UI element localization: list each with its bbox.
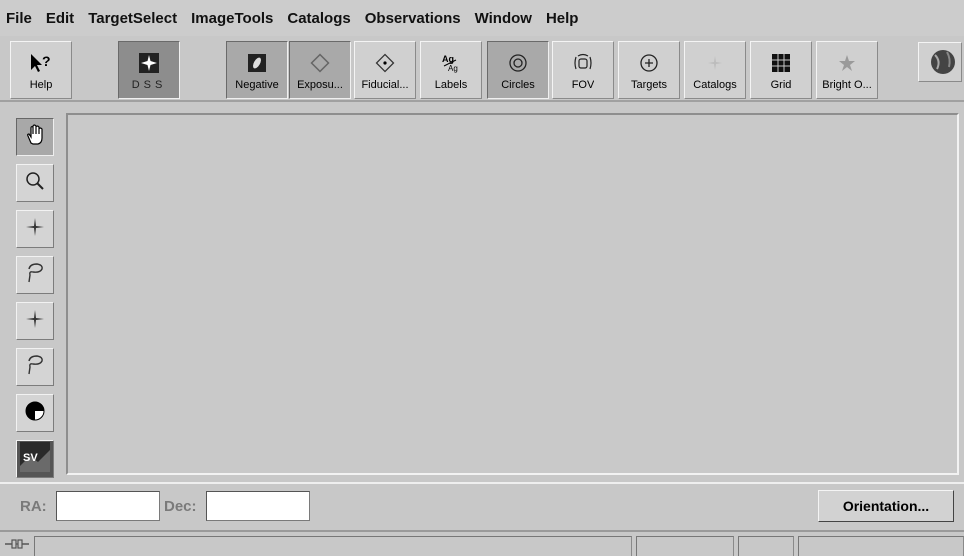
labels-button[interactable]: Ag Ag Labels xyxy=(420,41,482,99)
grid-label: Grid xyxy=(770,79,792,91)
hand-icon xyxy=(23,123,47,152)
sv-tool-button[interactable]: SV xyxy=(16,440,54,478)
dss-star-icon xyxy=(135,51,163,75)
tool-palette: SV xyxy=(8,110,62,482)
status-panel-4 xyxy=(798,536,964,556)
targets-icon xyxy=(635,51,663,75)
toolbar: ? Help DSS Negative Exposu... Fiducial..… xyxy=(0,36,964,102)
grid-icon xyxy=(767,51,795,75)
exposure-label: Exposu... xyxy=(297,79,343,91)
globe-button[interactable] xyxy=(918,42,962,82)
svg-text:Ag: Ag xyxy=(448,64,458,73)
menu-bar: File Edit TargetSelect ImageTools Catalo… xyxy=(0,0,964,36)
menu-imagetools[interactable]: ImageTools xyxy=(191,10,273,27)
svg-text:SV: SV xyxy=(23,452,38,464)
dss-button[interactable]: DSS xyxy=(118,41,180,99)
crosshair-icon xyxy=(23,307,47,336)
pan-tool-button[interactable] xyxy=(16,118,54,156)
targets-label: Targets xyxy=(630,79,668,91)
catalogs-button[interactable]: Catalogs xyxy=(684,41,746,99)
exposure-button[interactable]: Exposu... xyxy=(289,41,351,99)
crosshair-tool-button-2[interactable] xyxy=(16,302,54,340)
menu-catalogs[interactable]: Catalogs xyxy=(287,10,350,27)
coordinate-bar: RA: Dec: Orientation... xyxy=(0,482,964,528)
circles-icon xyxy=(504,51,532,75)
grid-button[interactable]: Grid xyxy=(750,41,812,99)
status-panel-2 xyxy=(636,536,734,556)
lasso-icon xyxy=(23,261,47,290)
bright-objects-label: Bright O... xyxy=(822,79,872,91)
menu-edit[interactable]: Edit xyxy=(46,10,74,27)
crosshair-tool-button[interactable] xyxy=(16,210,54,248)
ra-label: RA: xyxy=(20,498,47,515)
bright-objects-button[interactable]: Bright O... xyxy=(816,41,878,99)
fiducial-button[interactable]: Fiducial... xyxy=(354,41,416,99)
targets-button[interactable]: Targets xyxy=(618,41,680,99)
help-label: Help xyxy=(29,79,53,91)
contrast-tool-button[interactable] xyxy=(16,394,54,432)
menu-help[interactable]: Help xyxy=(546,10,579,27)
globe-icon xyxy=(927,47,961,84)
orientation-label: Orientation... xyxy=(842,498,930,514)
negative-label: Negative xyxy=(235,79,279,91)
dss-label: DSS xyxy=(131,79,167,91)
help-pointer-icon: ? xyxy=(27,51,55,75)
circles-button[interactable]: Circles xyxy=(487,41,549,99)
circles-label: Circles xyxy=(501,79,535,91)
fiducial-label: Fiducial... xyxy=(361,79,409,91)
sv-logo-icon: SV xyxy=(20,441,50,477)
help-button[interactable]: ? Help xyxy=(10,41,72,99)
menu-observations[interactable]: Observations xyxy=(365,10,461,27)
bright-star-icon xyxy=(833,51,861,75)
zoom-tool-button[interactable] xyxy=(16,164,54,202)
catalogs-icon xyxy=(701,51,729,75)
labels-label: Labels xyxy=(434,79,468,91)
fov-button[interactable]: FOV xyxy=(552,41,614,99)
crosshair-icon xyxy=(23,215,47,244)
negative-button[interactable]: Negative xyxy=(226,41,288,99)
labels-icon: Ag Ag xyxy=(437,51,465,75)
contrast-circle-icon xyxy=(23,399,47,428)
svg-text:?: ? xyxy=(42,53,51,69)
fov-label: FOV xyxy=(571,79,595,91)
lasso-icon xyxy=(23,353,47,382)
catalogs-label: Catalogs xyxy=(693,79,737,91)
dec-input[interactable] xyxy=(206,491,310,521)
status-message-panel xyxy=(34,536,632,556)
orientation-button[interactable]: Orientation... xyxy=(818,490,954,522)
menu-file[interactable]: File xyxy=(6,10,32,27)
lasso-tool-button-2[interactable] xyxy=(16,348,54,386)
menu-window[interactable]: Window xyxy=(475,10,532,27)
lasso-tool-button[interactable] xyxy=(16,256,54,294)
menu-targetselect[interactable]: TargetSelect xyxy=(88,10,177,27)
negative-icon xyxy=(243,51,271,75)
magnifier-icon xyxy=(23,169,47,198)
connection-plug-icon xyxy=(4,535,30,556)
ra-input[interactable] xyxy=(56,491,160,521)
image-canvas[interactable] xyxy=(66,113,959,475)
status-bar xyxy=(0,530,964,556)
fov-icon xyxy=(569,51,597,75)
status-panel-3 xyxy=(738,536,794,556)
svg-text:Ag: Ag xyxy=(442,54,454,64)
fiducial-icon xyxy=(371,51,399,75)
exposure-diamond-icon xyxy=(306,51,334,75)
dec-label: Dec: xyxy=(164,498,197,515)
